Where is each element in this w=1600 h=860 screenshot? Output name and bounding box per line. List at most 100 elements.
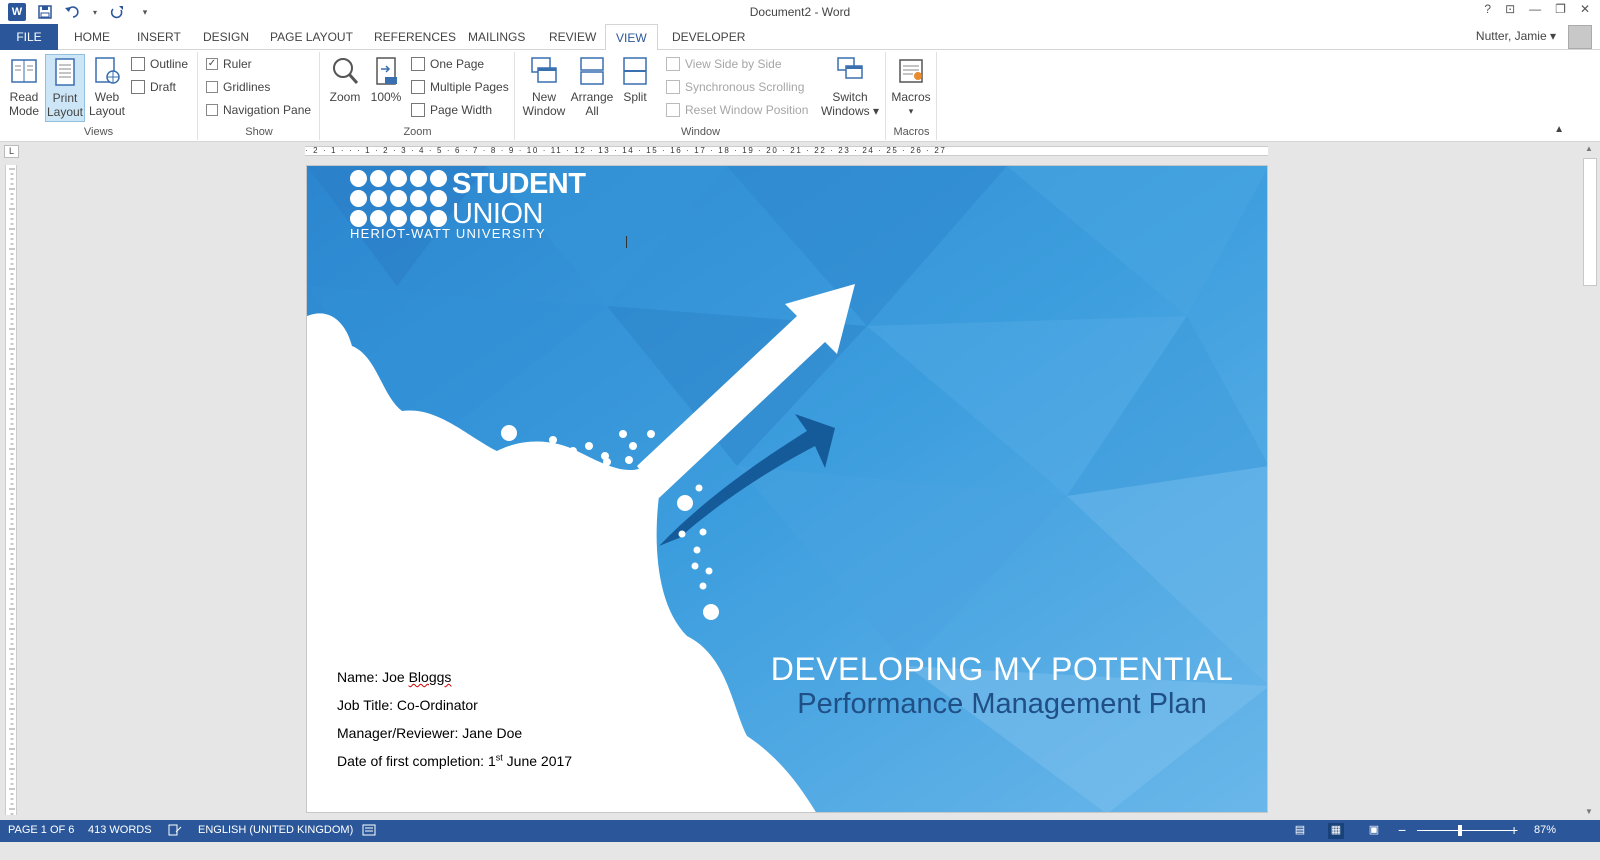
ribbon-display-options-icon[interactable]: ⊡ bbox=[1505, 2, 1515, 16]
tab-page-layout[interactable]: PAGE LAYOUT bbox=[260, 24, 363, 50]
tab-view[interactable]: VIEW bbox=[605, 24, 658, 51]
sync-scroll-icon bbox=[666, 80, 680, 94]
draft-label: Draft bbox=[150, 80, 177, 94]
checkbox-icon bbox=[206, 81, 218, 93]
tab-references[interactable]: REFERENCES bbox=[364, 24, 466, 50]
synchronous-scrolling-button[interactable]: Synchronous Scrolling bbox=[666, 77, 804, 97]
date-field[interactable]: Date of first completion: 1st June 2017 bbox=[337, 753, 572, 769]
draft-button[interactable]: Draft bbox=[131, 77, 176, 97]
arrange-all-icon bbox=[580, 57, 604, 85]
reset-window-position-label: Reset Window Position bbox=[685, 103, 809, 117]
view-side-by-side-button[interactable]: View Side by Side bbox=[666, 54, 782, 74]
multiple-pages-icon bbox=[411, 80, 425, 94]
arrange-all-label: Arrange All bbox=[570, 90, 614, 118]
zoom-level[interactable]: 87% bbox=[1534, 824, 1556, 836]
split-button[interactable]: Split bbox=[615, 54, 655, 122]
group-macros: Macros ▾ Macros bbox=[887, 52, 937, 140]
macros-button[interactable]: Macros ▾ bbox=[891, 54, 931, 122]
zoom-slider-thumb[interactable] bbox=[1457, 825, 1462, 836]
vertical-scrollbar[interactable]: ▲ ▼ bbox=[1580, 142, 1600, 818]
navigation-pane-checkbox[interactable]: Navigation Pane bbox=[206, 100, 311, 120]
date-suffix: June 2017 bbox=[502, 753, 573, 769]
logo-student: STUDENT bbox=[452, 168, 586, 200]
vertical-ruler[interactable] bbox=[5, 165, 17, 815]
document-page[interactable]: STUDENT UNION HERIOT-WATT UNIVERSITY DEV… bbox=[306, 165, 1268, 813]
new-window-icon bbox=[531, 57, 557, 83]
ruler-label: Ruler bbox=[223, 57, 252, 71]
page-width-icon bbox=[411, 103, 425, 117]
read-mode-icon bbox=[11, 59, 37, 83]
tab-design[interactable]: DESIGN bbox=[193, 24, 259, 50]
macros-group-label: Macros bbox=[893, 126, 930, 138]
scrollbar-thumb[interactable] bbox=[1583, 158, 1597, 286]
help-icon[interactable]: ? bbox=[1484, 2, 1491, 16]
job-title-field[interactable]: Job Title: Co-Ordinator bbox=[337, 697, 478, 713]
macros-icon bbox=[899, 59, 923, 83]
minimize-icon[interactable]: — bbox=[1529, 2, 1541, 16]
language[interactable]: ENGLISH (UNITED KINGDOM) bbox=[198, 824, 353, 836]
avatar[interactable] bbox=[1568, 25, 1592, 49]
tab-selector[interactable]: L bbox=[4, 145, 19, 158]
status-bar: PAGE 1 OF 6 413 WORDS ENGLISH (UNITED KI… bbox=[0, 820, 1600, 842]
horizontal-ruler[interactable]: · 2 · 1 · · · 1 · 2 · 3 · 4 · 5 · 6 · 7 … bbox=[305, 146, 1268, 156]
ribbon: Read Mode Print Layout Web Layout Outlin… bbox=[0, 50, 1600, 142]
one-page-label: One Page bbox=[430, 57, 485, 71]
zoom-label: Zoom bbox=[329, 90, 361, 104]
scroll-up-icon[interactable]: ▲ bbox=[1585, 144, 1593, 153]
gridlines-checkbox[interactable]: Gridlines bbox=[206, 77, 270, 97]
multiple-pages-button[interactable]: Multiple Pages bbox=[411, 77, 509, 97]
read-mode-button[interactable]: Read Mode bbox=[4, 54, 44, 122]
arrange-all-button[interactable]: Arrange All bbox=[568, 54, 616, 122]
ribbon-tabs: FILE HOME INSERT DESIGN PAGE LAYOUT REFE… bbox=[0, 24, 1600, 51]
tab-review[interactable]: REVIEW bbox=[539, 24, 606, 50]
zoom-out-button[interactable]: − bbox=[1398, 822, 1406, 838]
collapse-ribbon-icon[interactable]: ▲ bbox=[1554, 124, 1564, 135]
tab-home[interactable]: HOME bbox=[64, 24, 120, 50]
proofing-icon[interactable] bbox=[168, 824, 182, 839]
web-layout-view-icon[interactable]: ▣ bbox=[1366, 823, 1382, 839]
draft-icon bbox=[131, 80, 145, 94]
macro-recording-icon[interactable] bbox=[362, 824, 376, 839]
page-count[interactable]: PAGE 1 OF 6 bbox=[8, 824, 74, 836]
zoom-100-label: 100% bbox=[370, 90, 402, 104]
gridlines-label: Gridlines bbox=[223, 80, 271, 94]
restore-icon[interactable]: ❐ bbox=[1555, 2, 1566, 16]
switch-windows-icon bbox=[837, 57, 863, 79]
user-account[interactable]: Nutter, Jamie ▾ bbox=[1476, 29, 1556, 43]
name-value: Bloggs bbox=[408, 669, 452, 685]
print-layout-button[interactable]: Print Layout bbox=[45, 54, 85, 122]
title-bar: W ▾ ▾ Document2 - Word ? ⊡ — ❐ ✕ bbox=[0, 0, 1600, 24]
name-field[interactable]: Name: Joe Bloggs bbox=[337, 669, 451, 685]
word-count[interactable]: 413 WORDS bbox=[88, 824, 152, 836]
ruler-checkbox[interactable]: ✓ Ruler bbox=[206, 54, 252, 74]
zoom-100-button[interactable]: 100% bbox=[366, 54, 406, 122]
close-icon[interactable]: ✕ bbox=[1580, 2, 1590, 16]
tab-mailings[interactable]: MAILINGS bbox=[458, 24, 535, 50]
new-window-label: New Window bbox=[522, 90, 566, 118]
tab-file[interactable]: FILE bbox=[0, 24, 58, 50]
new-window-button[interactable]: New Window bbox=[520, 54, 568, 122]
web-layout-button[interactable]: Web Layout bbox=[87, 54, 127, 122]
side-by-side-icon bbox=[666, 57, 680, 71]
outline-button[interactable]: Outline bbox=[131, 54, 188, 74]
manager-field[interactable]: Manager/Reviewer: Jane Doe bbox=[337, 725, 522, 741]
synchronous-scrolling-label: Synchronous Scrolling bbox=[685, 80, 805, 94]
tab-developer[interactable]: DEVELOPER bbox=[662, 24, 755, 50]
reset-window-position-button[interactable]: Reset Window Position bbox=[666, 100, 808, 120]
scroll-down-icon[interactable]: ▼ bbox=[1585, 807, 1593, 816]
group-views: Read Mode Print Layout Web Layout Outlin… bbox=[0, 52, 198, 140]
window-group-label: Window bbox=[680, 126, 721, 138]
print-layout-view-icon[interactable]: ▦ bbox=[1328, 823, 1344, 839]
zoom-in-button[interactable]: + bbox=[1510, 822, 1518, 838]
zoom-slider[interactable] bbox=[1417, 830, 1517, 831]
switch-windows-button[interactable]: Switch Windows ▾ bbox=[816, 54, 884, 122]
one-page-button[interactable]: One Page bbox=[411, 54, 484, 74]
read-mode-label: Read Mode bbox=[8, 90, 40, 118]
print-layout-label: Print Layout bbox=[46, 91, 84, 119]
print-layout-icon bbox=[55, 58, 75, 86]
tab-insert[interactable]: INSERT bbox=[127, 24, 191, 50]
zoom-button[interactable]: Zoom bbox=[325, 54, 365, 122]
read-mode-view-icon[interactable]: ▤ bbox=[1292, 823, 1308, 839]
group-show: ✓ Ruler Gridlines Navigation Pane Show bbox=[199, 52, 320, 140]
page-width-button[interactable]: Page Width bbox=[411, 100, 492, 120]
